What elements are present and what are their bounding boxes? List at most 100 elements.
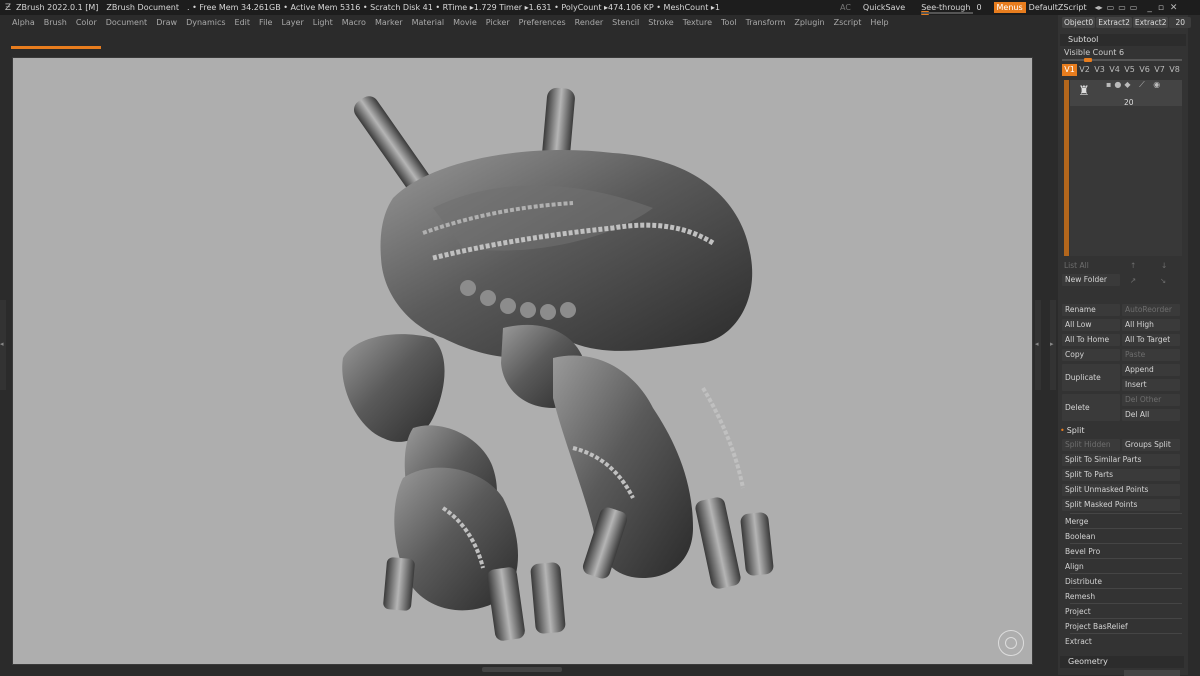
remesh-section[interactable]: Remesh [1065,592,1095,601]
menu-tool[interactable]: Tool [721,18,737,27]
all-to-target-button[interactable]: All To Target [1122,334,1180,346]
screen-icon[interactable]: ▭ [1107,3,1115,12]
menu-movie[interactable]: Movie [453,18,477,27]
tab-v1[interactable]: V1 [1062,64,1077,76]
visible-count-slider[interactable] [1062,58,1182,62]
menus-toggle[interactable]: Menus [993,2,1026,13]
menu-stencil[interactable]: Stencil [612,18,639,27]
panel-tray-handle[interactable]: ▸ [1050,300,1056,390]
extract2-button-2[interactable]: Extract2 [1132,17,1169,28]
split-to-parts-button[interactable]: Split To Parts [1062,469,1180,481]
align-section[interactable]: Align [1065,562,1084,571]
visible-count-knob[interactable] [1084,58,1093,62]
move-down-icon[interactable]: ↓ [1161,261,1167,270]
canvas-viewport[interactable] [12,57,1033,665]
mech-robot-model[interactable] [13,58,1032,664]
menu-help[interactable]: Help [870,18,888,27]
rename-button[interactable]: Rename [1062,304,1120,316]
see-through-slider[interactable]: See-through [921,3,974,15]
menu-alpha[interactable]: Alpha [12,18,35,27]
menu-render[interactable]: Render [575,18,603,27]
subtool-header[interactable]: Subtool [1060,34,1186,46]
boolean-section[interactable]: Boolean [1065,532,1095,541]
tab-v7[interactable]: V7 [1152,64,1167,76]
move-up-icon[interactable]: ↑ [1130,261,1136,270]
split-hidden-button[interactable]: Split Hidden [1062,439,1120,451]
ac-button[interactable]: AC [840,3,851,12]
project-basrelief-section[interactable]: Project BasRelief [1065,622,1128,631]
distribute-section[interactable]: Distribute [1065,577,1102,586]
screen-icon-2[interactable]: ▭ [1118,3,1126,12]
quicksave-button[interactable]: QuickSave [863,3,905,12]
close-icon[interactable]: ✕ [1170,3,1178,13]
menu-color[interactable]: Color [76,18,97,27]
append-button[interactable]: Append [1122,364,1180,376]
del-all-button[interactable]: Del All [1122,409,1180,421]
duplicate-button[interactable]: Duplicate [1062,364,1120,391]
all-to-home-button[interactable]: All To Home [1062,334,1120,346]
all-high-button[interactable]: All High [1122,319,1180,331]
subtool-thumbnail-icon[interactable]: ♜ [1074,82,1094,102]
default-zscript-button[interactable]: DefaultZScript [1029,3,1087,12]
delete-button[interactable]: Delete [1062,394,1120,421]
groups-split-button[interactable]: Groups Split [1122,439,1180,451]
minimize-icon[interactable]: _ [1147,3,1152,13]
subtool-list-scrollbar[interactable] [1064,80,1069,256]
copy-button[interactable]: Copy [1062,349,1120,361]
menu-dynamics[interactable]: Dynamics [186,18,225,27]
geometry-header[interactable]: Geometry [1060,656,1184,668]
extract2-button[interactable]: Extract2 [1096,17,1132,28]
split-masked-button[interactable]: Split Masked Points [1062,499,1180,511]
paste-button[interactable]: Paste [1122,349,1180,361]
menu-zscript[interactable]: Zscript [834,18,862,27]
divider [1070,588,1182,589]
left-tray-handle[interactable]: ◂ [0,300,6,390]
right-tray-handle[interactable]: ◂ [1035,300,1041,390]
insert-button[interactable]: Insert [1122,379,1180,391]
menu-zplugin[interactable]: Zplugin [794,18,824,27]
extract-section[interactable]: Extract [1065,637,1092,646]
layout-icon[interactable]: ◂▸ [1095,3,1103,12]
folder-down-icon[interactable]: ↘ [1160,276,1166,285]
menu-draw[interactable]: Draw [156,18,177,27]
menu-brush[interactable]: Brush [44,18,67,27]
menu-picker[interactable]: Picker [486,18,510,27]
merge-section[interactable]: Merge [1065,517,1088,526]
autoreorder-button[interactable]: AutoReorder [1122,304,1180,316]
restore-icon[interactable]: ▫ [1158,3,1164,13]
del-other-button[interactable]: Del Other [1122,394,1180,406]
screen-icon-3[interactable]: ▭ [1130,3,1138,12]
bottom-tray-handle[interactable] [482,667,562,672]
menu-macro[interactable]: Macro [342,18,366,27]
menu-marker[interactable]: Marker [375,18,403,27]
tab-v5[interactable]: V5 [1122,64,1137,76]
bevel-pro-section[interactable]: Bevel Pro [1065,547,1100,556]
all-low-button[interactable]: All Low [1062,319,1120,331]
new-folder-button[interactable]: New Folder [1062,274,1120,286]
tab-v3[interactable]: V3 [1092,64,1107,76]
geometry-subbutton[interactable] [1124,670,1180,676]
split-section-header[interactable]: Split [1060,426,1085,435]
menu-file[interactable]: File [259,18,272,27]
tab-v6[interactable]: V6 [1137,64,1152,76]
menu-material[interactable]: Material [412,18,445,27]
tab-v4[interactable]: V4 [1107,64,1122,76]
tab-v8[interactable]: V8 [1167,64,1182,76]
menu-transform[interactable]: Transform [746,18,786,27]
object0-button[interactable]: Object0 [1062,17,1096,28]
tab-v2[interactable]: V2 [1077,64,1092,76]
menu-edit[interactable]: Edit [235,18,251,27]
project-section[interactable]: Project [1065,607,1091,616]
split-unmasked-button[interactable]: Split Unmasked Points [1062,484,1180,496]
navigation-circle[interactable] [998,630,1024,656]
subtool-row-icons[interactable]: ▪●◆ ⟋ ◉ [1106,80,1163,90]
list-all-button[interactable]: List All [1064,261,1089,270]
menu-light[interactable]: Light [313,18,333,27]
menu-texture[interactable]: Texture [683,18,712,27]
split-similar-parts-button[interactable]: Split To Similar Parts [1062,454,1180,466]
menu-stroke[interactable]: Stroke [648,18,674,27]
folder-up-icon[interactable]: ↗ [1130,276,1136,285]
menu-preferences[interactable]: Preferences [519,18,566,27]
menu-document[interactable]: Document [106,18,147,27]
menu-layer[interactable]: Layer [281,18,303,27]
